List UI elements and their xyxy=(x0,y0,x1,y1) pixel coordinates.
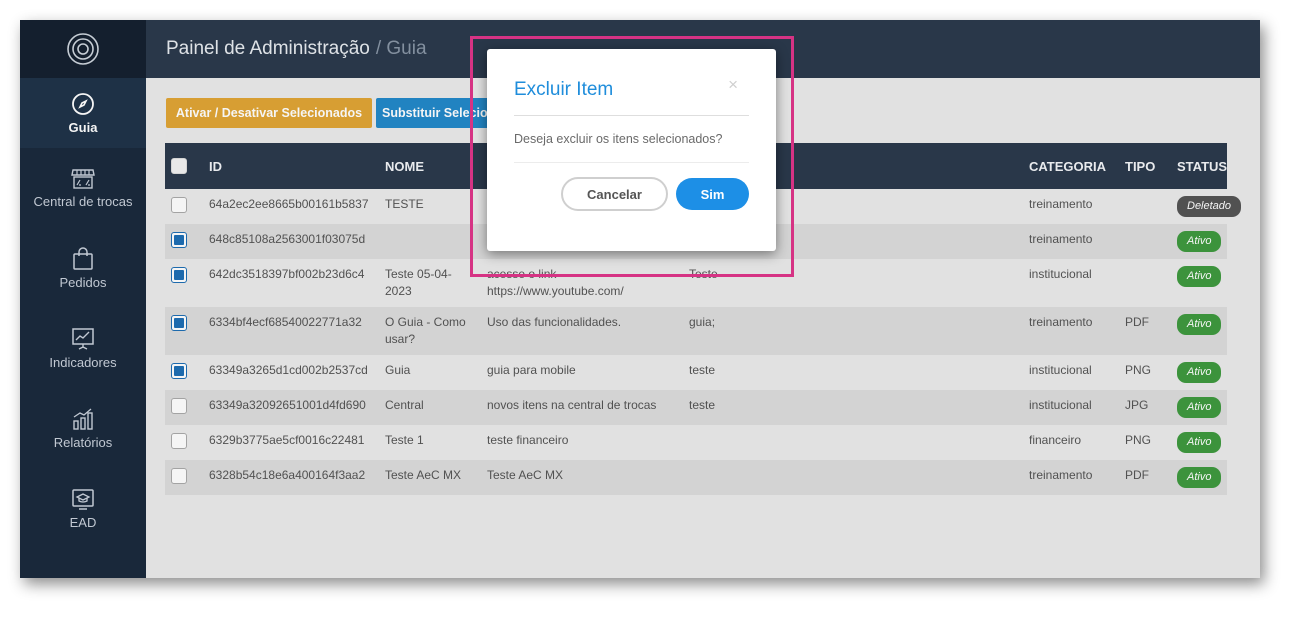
divider xyxy=(514,162,749,163)
app-window: Guia Central de trocas Pedidos Indicador… xyxy=(20,20,1260,578)
confirm-button[interactable]: Sim xyxy=(676,178,749,210)
delete-dialog: Excluir Item × Deseja excluir os itens s… xyxy=(487,49,776,251)
divider xyxy=(514,115,749,116)
dialog-title: Excluir Item xyxy=(514,79,614,100)
modal-backdrop[interactable]: Excluir Item × Deseja excluir os itens s… xyxy=(20,20,1260,578)
close-icon[interactable]: × xyxy=(728,75,738,95)
dialog-message: Deseja excluir os itens selecionados? xyxy=(514,132,723,146)
cancel-button[interactable]: Cancelar xyxy=(561,177,668,211)
